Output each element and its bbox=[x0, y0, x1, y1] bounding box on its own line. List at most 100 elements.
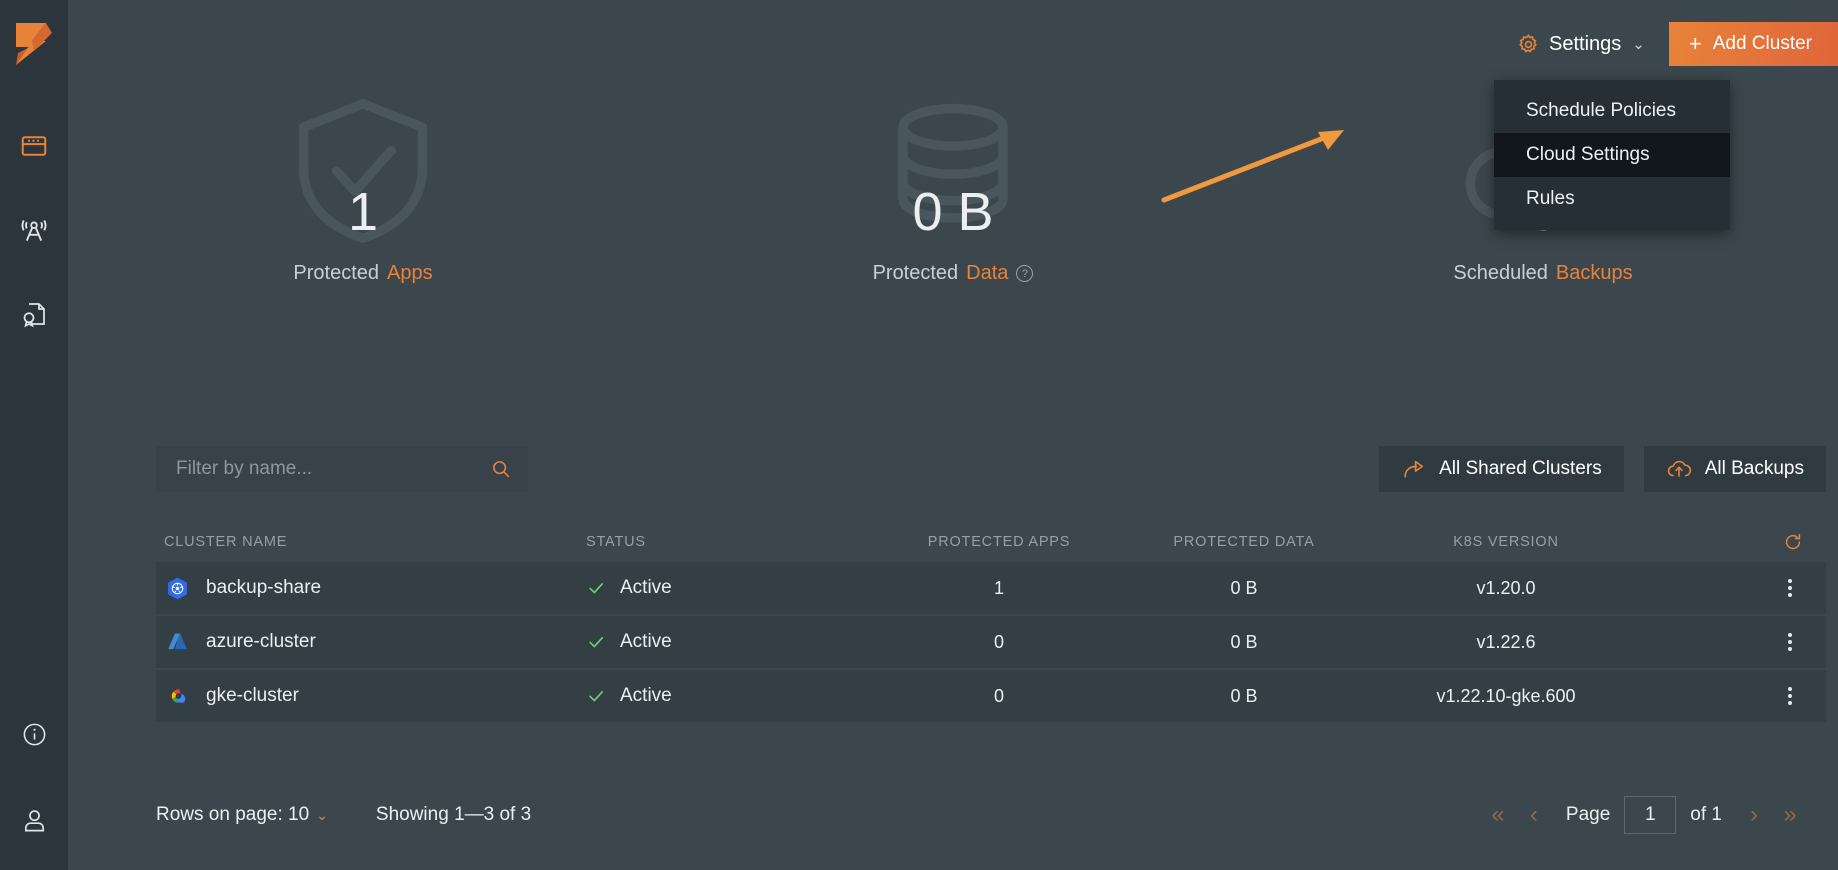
menu-item-cloud-settings[interactable]: Cloud Settings bbox=[1494, 133, 1730, 177]
table-footer: Rows on page: 10 ⌄ Showing 1—3 of 3 « ‹ … bbox=[156, 790, 1826, 840]
settings-dropdown-menu: Schedule Policies Cloud Settings Rules bbox=[1494, 80, 1730, 230]
column-header-protected-data: PROTECTED DATA bbox=[1122, 534, 1366, 550]
stat-value: 1 bbox=[348, 103, 378, 239]
add-cluster-button[interactable]: + Add Cluster bbox=[1669, 22, 1838, 66]
add-cluster-label: Add Cluster bbox=[1713, 33, 1812, 55]
license-certificate-icon bbox=[19, 299, 49, 329]
table-row[interactable]: azure-cluster Active 0 0 B v1.22.6 bbox=[156, 616, 1826, 668]
cluster-name-label: gke-cluster bbox=[206, 685, 299, 707]
cell-status: Active bbox=[586, 685, 876, 707]
sidebar-item-dashboard[interactable] bbox=[14, 126, 54, 166]
table-row[interactable]: backup-share Active 1 0 B v1.20.0 bbox=[156, 562, 1826, 614]
gear-icon bbox=[1517, 33, 1540, 56]
stat-label-prefix: Protected bbox=[873, 262, 959, 285]
column-header-k8s-version: K8S VERSION bbox=[1366, 534, 1646, 550]
stat-label-prefix: Scheduled bbox=[1453, 262, 1548, 285]
cell-protected-data: 0 B bbox=[1122, 578, 1366, 599]
main-content: Settings ⌄ + Add Cluster 1 Protected bbox=[68, 0, 1838, 870]
status-label: Active bbox=[620, 631, 672, 653]
settings-menu-button[interactable]: Settings ⌄ bbox=[1517, 33, 1645, 56]
table-header-row: CLUSTER NAME STATUS PROTECTED APPS PROTE… bbox=[156, 522, 1826, 562]
cell-status: Active bbox=[586, 577, 876, 599]
cluster-name-label: azure-cluster bbox=[206, 631, 316, 653]
stat-art: 1 bbox=[248, 96, 478, 246]
sidebar-item-info[interactable] bbox=[14, 714, 54, 754]
refresh-button[interactable] bbox=[1782, 531, 1804, 553]
status-label: Active bbox=[620, 685, 672, 707]
menu-item-rules[interactable]: Rules bbox=[1494, 177, 1730, 221]
azure-logo-icon bbox=[164, 629, 190, 655]
search-icon[interactable] bbox=[490, 458, 512, 480]
kubernetes-glyph bbox=[165, 576, 190, 601]
cell-k8s-version: v1.22.10-gke.600 bbox=[1366, 686, 1646, 707]
column-header-protected-apps: PROTECTED APPS bbox=[876, 534, 1122, 550]
stat-label: Protected Apps bbox=[293, 262, 432, 285]
cloud-upload-icon bbox=[1666, 456, 1692, 482]
stat-label-accent: Backups bbox=[1556, 262, 1633, 285]
check-icon bbox=[586, 686, 606, 706]
stat-value: 0 B bbox=[912, 103, 993, 239]
cell-protected-data: 0 B bbox=[1122, 632, 1366, 653]
table-row[interactable]: gke-cluster Active 0 0 B v1.22.10-gke.60… bbox=[156, 670, 1826, 722]
stat-label-accent: Data bbox=[966, 262, 1008, 285]
check-icon bbox=[586, 578, 606, 598]
next-page-button[interactable]: › bbox=[1736, 803, 1772, 827]
stat-label-prefix: Protected bbox=[293, 262, 379, 285]
column-header-status: STATUS bbox=[586, 534, 876, 550]
sidebar-nav-top bbox=[0, 126, 68, 334]
portworx-logo[interactable] bbox=[0, 10, 68, 96]
refresh-icon bbox=[1782, 531, 1804, 553]
showing-range-label: Showing 1—3 of 3 bbox=[376, 804, 531, 826]
help-icon[interactable]: ? bbox=[1016, 265, 1033, 282]
cell-actions bbox=[1646, 573, 1826, 603]
share-arrow-icon bbox=[1401, 457, 1426, 482]
all-shared-clusters-button[interactable]: All Shared Clusters bbox=[1379, 446, 1624, 492]
user-account-icon bbox=[20, 806, 49, 835]
kebab-menu-icon[interactable] bbox=[1780, 681, 1800, 711]
portworx-logo-icon bbox=[12, 21, 56, 85]
sidebar-nav-bottom bbox=[0, 714, 68, 840]
all-backups-button[interactable]: All Backups bbox=[1644, 446, 1826, 492]
status-label: Active bbox=[620, 577, 672, 599]
chevron-down-icon: ⌄ bbox=[316, 807, 328, 824]
stat-art: 0 B bbox=[838, 96, 1068, 246]
last-page-button[interactable]: » bbox=[1772, 803, 1808, 827]
sidebar-item-account[interactable] bbox=[14, 800, 54, 840]
settings-label: Settings bbox=[1549, 33, 1621, 56]
cell-actions bbox=[1646, 627, 1826, 657]
column-header-actions bbox=[1646, 531, 1826, 553]
rows-per-page-select[interactable]: Rows on page: 10 ⌄ bbox=[156, 804, 328, 826]
kebab-menu-icon[interactable] bbox=[1780, 573, 1800, 603]
cell-protected-apps: 0 bbox=[876, 632, 1122, 653]
cell-protected-apps: 1 bbox=[876, 578, 1122, 599]
info-circle-icon bbox=[21, 721, 48, 748]
sidebar-item-licenses[interactable] bbox=[14, 294, 54, 334]
check-icon bbox=[586, 632, 606, 652]
cluster-name-label: backup-share bbox=[206, 577, 321, 599]
kubernetes-logo-icon bbox=[164, 575, 190, 601]
column-header-cluster-name: CLUSTER NAME bbox=[156, 534, 586, 550]
page-number-input[interactable] bbox=[1624, 796, 1676, 834]
table-toolbar: All Shared Clusters All Backups bbox=[156, 446, 1838, 492]
menu-item-schedule-policies[interactable]: Schedule Policies bbox=[1494, 89, 1730, 133]
google-cloud-glyph bbox=[165, 684, 190, 709]
cell-protected-apps: 0 bbox=[876, 686, 1122, 707]
stat-card-protected-data: 0 B Protected Data ? bbox=[658, 96, 1248, 285]
search-input[interactable] bbox=[176, 458, 490, 480]
cell-cluster-name: azure-cluster bbox=[156, 629, 586, 655]
dashboard-window-icon bbox=[19, 131, 49, 161]
cell-k8s-version: v1.20.0 bbox=[1366, 578, 1646, 599]
first-page-button[interactable]: « bbox=[1480, 803, 1516, 827]
previous-page-button[interactable]: ‹ bbox=[1516, 803, 1552, 827]
cell-actions bbox=[1646, 681, 1826, 711]
all-backups-label: All Backups bbox=[1705, 458, 1804, 480]
cell-k8s-version: v1.22.6 bbox=[1366, 632, 1646, 653]
stat-label-accent: Apps bbox=[387, 262, 433, 285]
cell-status: Active bbox=[586, 631, 876, 653]
sidebar-item-monitoring[interactable] bbox=[14, 210, 54, 250]
filter-box bbox=[156, 446, 528, 492]
antenna-broadcast-icon bbox=[18, 214, 50, 246]
kebab-menu-icon[interactable] bbox=[1780, 627, 1800, 657]
page-label: Page bbox=[1566, 804, 1610, 826]
stat-label: Scheduled Backups bbox=[1453, 262, 1632, 285]
